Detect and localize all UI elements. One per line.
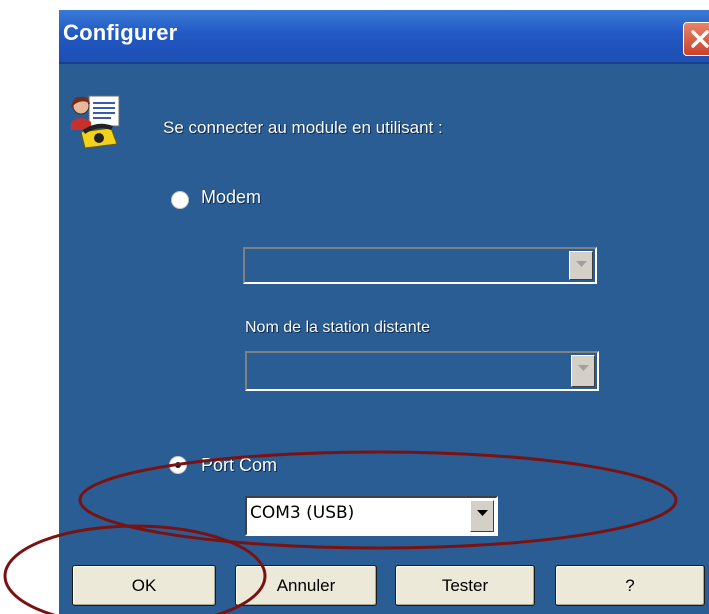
help-button[interactable]: ? (555, 565, 705, 606)
com-port-value: COM3 (USB) (250, 503, 355, 523)
close-button[interactable] (683, 22, 709, 56)
port-com-radio[interactable] (169, 456, 187, 474)
cancel-button[interactable]: Annuler (235, 565, 377, 606)
station-dropdown-button[interactable] (571, 355, 595, 387)
chevron-down-icon (578, 365, 589, 371)
modem-select[interactable] (243, 247, 597, 284)
remote-station-select[interactable] (245, 351, 599, 391)
com-dropdown-button[interactable] (470, 500, 494, 532)
chevron-down-icon (477, 510, 488, 516)
remote-station-label: Nom de la station distante (245, 319, 430, 336)
modem-radio[interactable] (171, 191, 189, 209)
com-port-select[interactable]: COM3 (USB) (245, 496, 498, 536)
port-com-label[interactable]: Port Com (201, 455, 277, 476)
connect-using-label: Se connecter au module en utilisant : (163, 118, 443, 137)
ok-button[interactable]: OK (72, 565, 216, 606)
test-button[interactable]: Tester (395, 565, 535, 606)
close-icon (691, 30, 709, 48)
chevron-down-icon (576, 261, 587, 267)
window-title: Configurer (63, 20, 178, 45)
modem-dropdown-button[interactable] (569, 251, 593, 280)
configure-dialog: Configurer Se connecter au module en uti… (59, 10, 709, 614)
modem-label[interactable]: Modem (201, 187, 261, 208)
phone-connection-icon (71, 95, 120, 149)
title-bar[interactable]: Configurer (59, 10, 709, 64)
